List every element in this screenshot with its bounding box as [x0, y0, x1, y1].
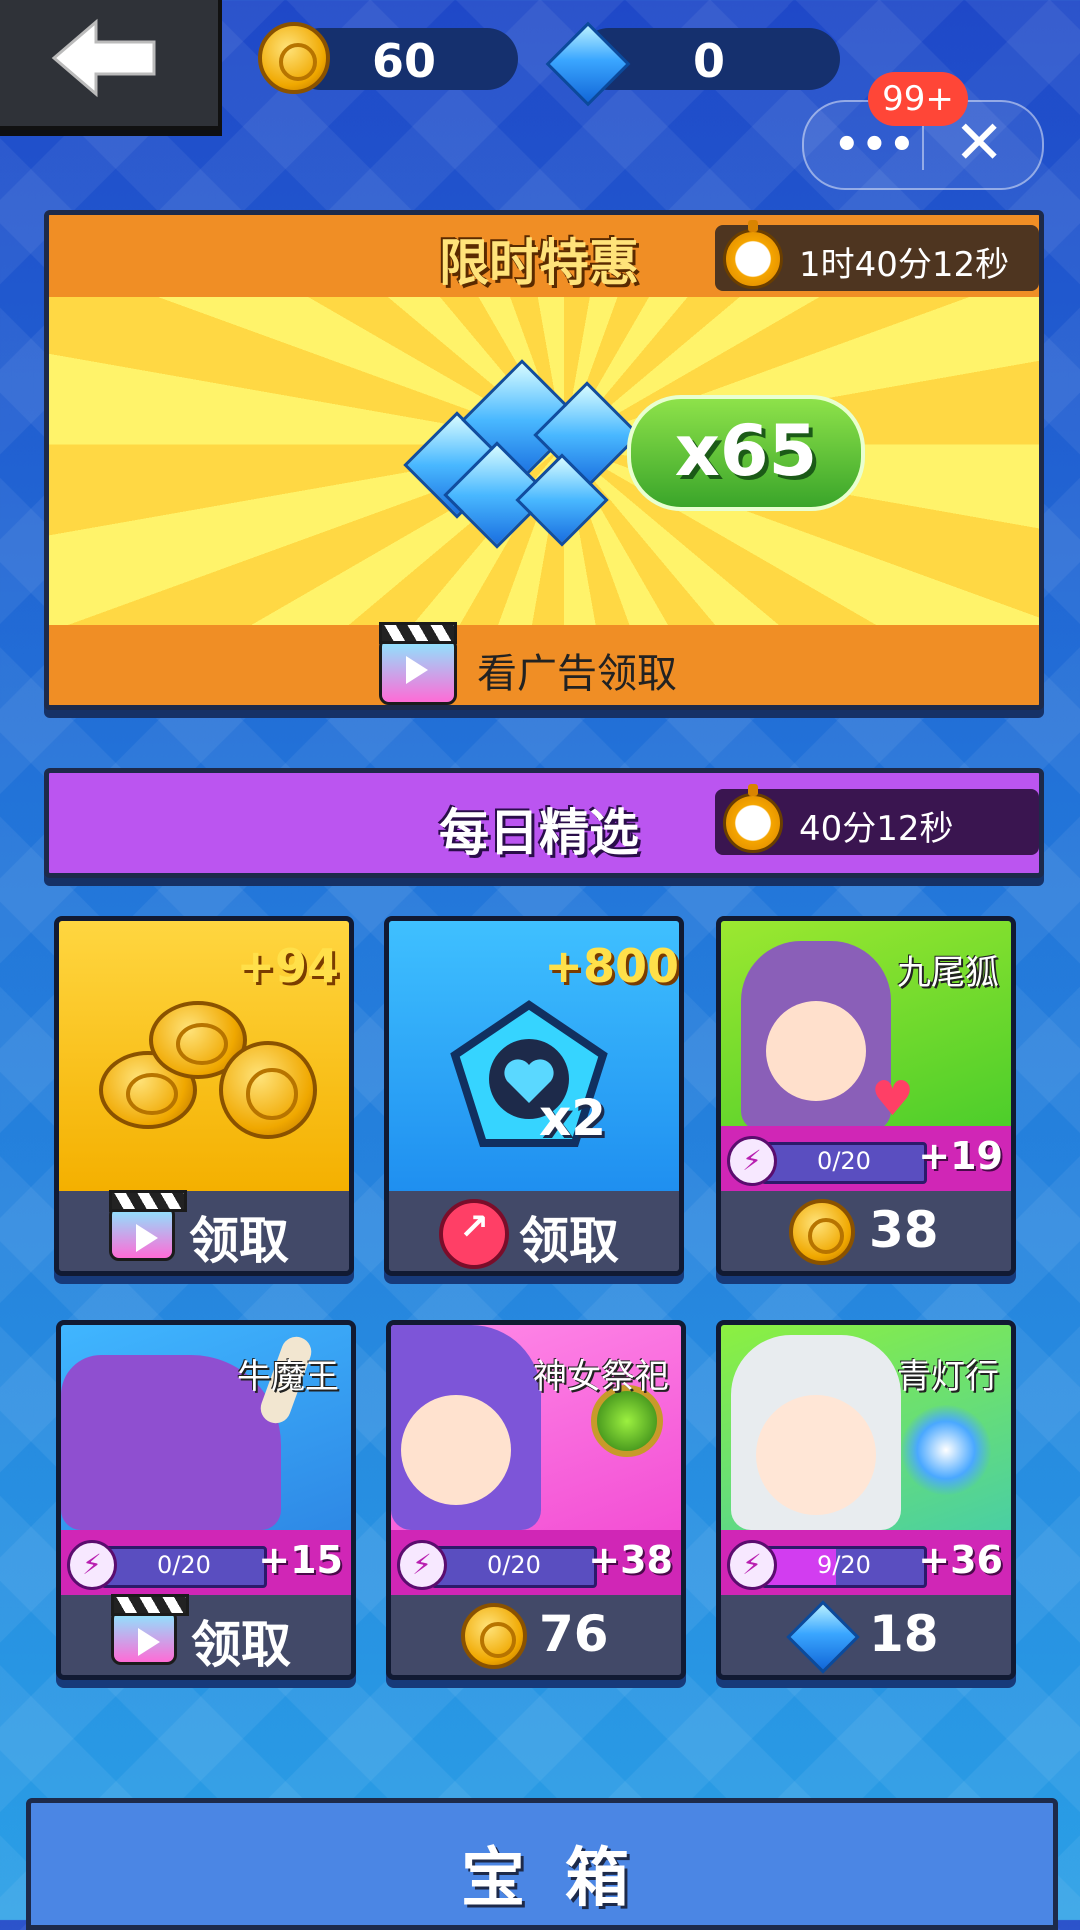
hero-card-bull-demon-king[interactable]: 牛魔王 0/20 ⚡ +15 领取 [56, 1320, 356, 1680]
hero-progress: 0/20 ⚡ +15 [61, 1530, 351, 1595]
hero-progress: 9/20 ⚡ +36 [721, 1530, 1011, 1595]
hero-name: 九尾狐 [897, 953, 999, 993]
hero-card-nine-tail-fox[interactable]: ♥ 九尾狐 0/20 ⚡ +19 38 [716, 916, 1016, 1276]
video-ad-icon [379, 622, 457, 705]
hero-progress: 0/20 ⚡ +38 [391, 1530, 681, 1595]
price-label: 38 [869, 1201, 939, 1259]
capsule-divider [922, 120, 924, 170]
offer-amount: x65 [627, 395, 865, 511]
coin-reward-card[interactable]: +94 领取 [54, 916, 354, 1276]
blue-flame-icon [901, 1405, 991, 1495]
daily-timer-text: 40分12秒 [799, 809, 954, 849]
heart-icon: ♥ [871, 1071, 915, 1127]
progress-bar: 0/20 [431, 1546, 597, 1588]
close-button[interactable]: ✕ [954, 108, 1004, 178]
more-button[interactable]: ••• [834, 122, 917, 168]
watch-ad-claim-button[interactable]: 看广告领取 [49, 622, 1039, 705]
shard-bonus: +36 [918, 1538, 1003, 1582]
buy-button[interactable]: 76 [391, 1595, 681, 1675]
claim-label: 领取 [191, 1616, 291, 1674]
daily-picks-title: 每日精选 [439, 804, 639, 862]
watch-ad-claim-label: 看广告领取 [477, 651, 677, 697]
buy-button[interactable]: 38 [721, 1191, 1011, 1271]
hero-progress: 0/20 ⚡ +19 [721, 1126, 1011, 1191]
lightning-icon: ⚡ [397, 1540, 447, 1590]
progress-bar: 0/20 [101, 1546, 267, 1588]
treasure-chest-section: 宝箱 [26, 1798, 1058, 1930]
daily-picks-header: 每日精选 40分12秒 [44, 768, 1044, 878]
gem-icon [786, 1600, 860, 1674]
coin-icon [461, 1603, 527, 1669]
hero-name: 青灯行 [897, 1357, 999, 1397]
progress-text: 0/20 [487, 1551, 541, 1579]
progress-text: 0/20 [817, 1147, 871, 1175]
offer-header: 限时特惠 1时40分12秒 [49, 215, 1039, 297]
daily-timer: 40分12秒 [715, 784, 1039, 855]
hero-name: 牛魔王 [237, 1357, 339, 1397]
coin-icon [219, 1041, 317, 1139]
share-claim-button[interactable]: 领取 [389, 1191, 679, 1271]
hero-card-blue-lantern[interactable]: 青灯行 9/20 ⚡ +36 18 [716, 1320, 1016, 1680]
price-label: 18 [869, 1605, 939, 1663]
lightning-icon: ⚡ [727, 1540, 777, 1590]
price-label: 76 [539, 1605, 609, 1663]
share-icon [439, 1199, 509, 1269]
claim-button[interactable]: 领取 [59, 1190, 349, 1271]
shard-bonus: +38 [588, 1538, 673, 1582]
lightning-icon: ⚡ [727, 1136, 777, 1186]
coin-reward-amount: +94 [236, 939, 339, 993]
share-reward-card[interactable]: +800 x2 领取 [384, 916, 684, 1276]
coin-icon [258, 22, 330, 94]
offer-reward-area: x65 [49, 297, 1039, 625]
offer-title: 限时特惠 [439, 234, 639, 292]
lightning-icon: ⚡ [67, 1540, 117, 1590]
progress-text: 0/20 [157, 1551, 211, 1579]
claim-button[interactable]: 领取 [61, 1594, 351, 1675]
video-ad-icon [111, 1594, 189, 1665]
gem-pile-icon [399, 357, 659, 557]
shard-bonus: +19 [918, 1134, 1003, 1178]
buy-button[interactable]: 18 [721, 1595, 1011, 1675]
notification-badge: 99+ [868, 72, 968, 126]
hero-card-goddess-priestess[interactable]: 神女祭祀 0/20 ⚡ +38 76 [386, 1320, 686, 1680]
shard-bonus: +15 [258, 1538, 343, 1582]
back-button[interactable] [0, 0, 222, 130]
video-ad-icon [109, 1190, 187, 1261]
offer-timer: 1时40分12秒 [715, 220, 1039, 291]
offer-timer-text: 1时40分12秒 [799, 245, 1010, 285]
stopwatch-icon [723, 784, 783, 853]
claim-label: 领取 [519, 1212, 619, 1270]
stopwatch-icon [723, 220, 783, 289]
progress-bar: 9/20 [761, 1546, 927, 1588]
back-arrow-icon [51, 18, 156, 98]
progress-bar: 0/20 [761, 1142, 927, 1184]
progress-text: 9/20 [817, 1551, 871, 1579]
share-reward-amount: +800 [544, 939, 679, 993]
multiplier-label: x2 [539, 1089, 607, 1147]
coin-icon [789, 1199, 855, 1265]
hero-name: 神女祭祀 [533, 1357, 669, 1397]
claim-label: 领取 [189, 1212, 289, 1270]
limited-offer-panel: 限时特惠 1时40分12秒 x65 看广告领取 [44, 210, 1044, 710]
treasure-title: 宝箱 [461, 1842, 669, 1916]
